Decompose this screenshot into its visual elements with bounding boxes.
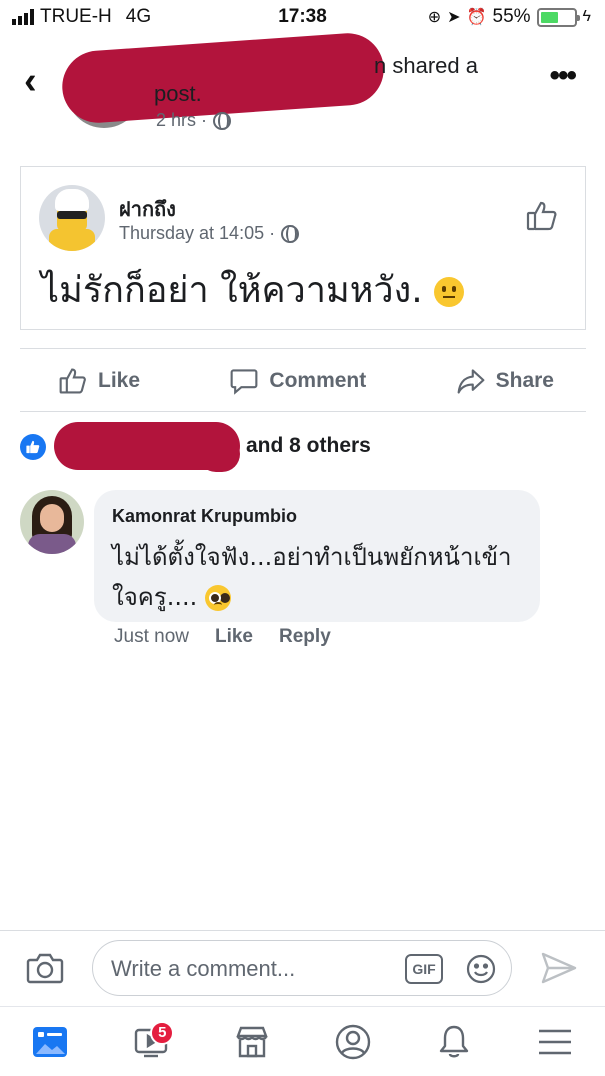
comment-text-line2: ใจครู.... (112, 583, 198, 611)
commenter-name[interactable]: Kamonrat Krupumbio (112, 506, 522, 527)
comment-label: Comment (269, 369, 367, 392)
news-feed-icon (33, 1026, 68, 1057)
lock-rotation-icon: ⊕ (427, 9, 442, 26)
comment-like-button[interactable]: Like (215, 626, 253, 648)
comment-icon (230, 369, 258, 395)
post-time: 2 hrs · (156, 110, 208, 130)
redaction-mark (198, 436, 240, 472)
chevron-left-icon: ‹ (24, 60, 37, 102)
nav-profile[interactable] (328, 1017, 378, 1067)
like-button[interactable]: Like (58, 366, 140, 396)
divider (20, 411, 586, 412)
nav-notifications[interactable] (429, 1017, 479, 1067)
emoji-smile-icon[interactable] (465, 953, 497, 985)
shared-text-line2: post. (154, 81, 202, 106)
divider (0, 930, 605, 931)
shared-by-text: n shared a post. (154, 52, 514, 108)
globe-icon (213, 111, 232, 130)
neutral-face-emoji-icon (434, 277, 465, 307)
marketplace-icon (236, 1026, 268, 1057)
alarm-icon: ⏰ (466, 9, 487, 26)
comment-text-line2-wrap: ใจครู.... (112, 577, 522, 617)
nav-menu[interactable] (530, 1017, 580, 1067)
comment-input-placeholder: Write a comment... (111, 956, 296, 981)
back-button[interactable]: ‹ (24, 62, 37, 100)
comment-text: ไม่ได้ตั้งใจฟัง...อย่าทำเป็นพยักหน้าเข้า… (112, 537, 522, 617)
comment-button[interactable]: Comment (229, 366, 366, 396)
share-arrow-icon (457, 369, 485, 394)
nav-marketplace[interactable] (227, 1017, 277, 1067)
location-icon: ➤ (447, 9, 461, 26)
comment-reply-button[interactable]: Reply (279, 626, 331, 648)
comment-text-line1: ไม่ได้ตั้งใจฟัง...อย่าทำเป็นพยักหน้าเข้า (112, 543, 512, 571)
shared-post-card[interactable]: ฝากถึง Thursday at 14:05 · ไม่รักก็อย่า … (20, 166, 586, 330)
notifications-icon (439, 1025, 468, 1057)
share-button[interactable]: Share (456, 366, 554, 396)
gif-button[interactable]: GIF (405, 954, 443, 984)
more-options-button[interactable]: ••• (549, 61, 576, 91)
notification-badge: 5 (150, 1020, 175, 1045)
original-author-name[interactable]: ฝากถึง (119, 193, 176, 225)
comment-meta: Just now Like Reply (114, 626, 331, 648)
status-bar: TRUE-H 4G 17:38 ⊕ ➤ ⏰ 55% ϟ (0, 0, 605, 36)
profile-icon (335, 1024, 371, 1059)
more-horizontal-icon: ••• (549, 59, 576, 92)
like-reaction-icon (20, 434, 46, 460)
status-right: ⊕ ➤ ⏰ 55% ϟ (428, 6, 591, 28)
comment-input[interactable]: Write a comment... GIF (92, 940, 512, 996)
thumbs-up-icon[interactable] (525, 199, 559, 233)
comment-time: Just now (114, 626, 189, 647)
like-label: Like (98, 369, 141, 392)
nav-watch[interactable]: 5 (126, 1017, 176, 1067)
share-label: Share (495, 369, 554, 392)
battery-icon (536, 7, 580, 27)
menu-icon (538, 1029, 571, 1054)
shared-text-line1: n shared a (374, 53, 478, 78)
original-post-text-content: ไม่รักก็อย่า ให้ความหวัง. (41, 270, 423, 311)
camera-icon[interactable] (26, 950, 64, 986)
original-post-time: Thursday at 14:05 · (119, 223, 276, 243)
original-post-text: ไม่รักก็อย่า ให้ความหวัง. (41, 261, 465, 318)
charging-icon: ϟ (582, 8, 591, 25)
thumbs-up-icon (59, 368, 86, 394)
post-meta: 2 hrs · (156, 110, 232, 131)
battery-percent: 55% (492, 6, 531, 27)
bottom-nav: 5 (0, 1006, 605, 1076)
send-icon[interactable] (540, 950, 578, 986)
reactions-summary[interactable]: and 8 others (246, 434, 371, 458)
original-author-avatar[interactable] (39, 185, 105, 251)
globe-icon (281, 224, 300, 243)
nav-news-feed[interactable] (25, 1017, 75, 1067)
comment-bubble[interactable]: Kamonrat Krupumbio ไม่ได้ตั้งใจฟัง...อย่… (94, 490, 540, 622)
post-actions: Like Comment Share (20, 350, 586, 412)
original-post-meta: Thursday at 14:05 · (119, 223, 300, 244)
pleading-face-emoji-icon (204, 585, 231, 611)
commenter-avatar[interactable] (20, 490, 84, 554)
divider (20, 348, 586, 349)
